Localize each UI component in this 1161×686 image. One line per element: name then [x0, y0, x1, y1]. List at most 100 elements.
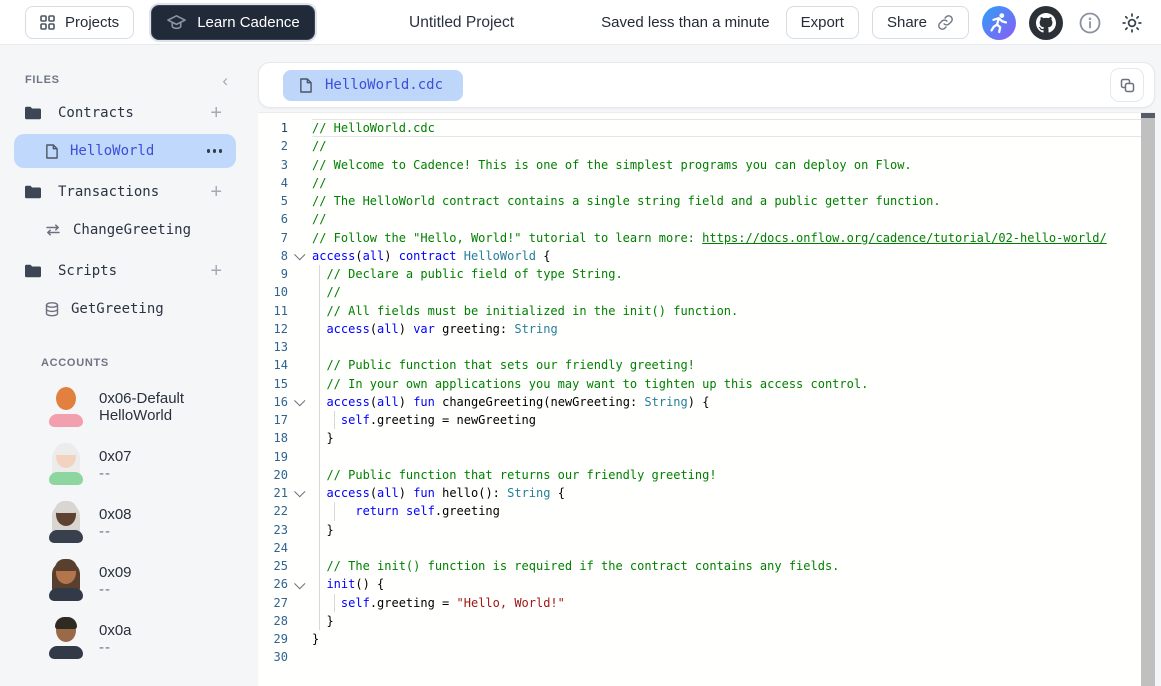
line-text[interactable]: return self.greeting [312, 502, 1155, 521]
line-number[interactable]: 15 [258, 375, 288, 393]
line-number[interactable]: 3 [258, 156, 288, 174]
line-number[interactable]: 8 [258, 247, 288, 265]
line-number[interactable]: 19 [258, 448, 288, 466]
flow-runner-button[interactable] [982, 5, 1016, 40]
share-button[interactable]: Share [871, 6, 969, 39]
tree-section-scripts: Scripts + GetGreeting [0, 253, 250, 326]
line-number[interactable]: 25 [258, 557, 288, 575]
collapse-sidebar-icon[interactable]: ‹ [222, 72, 228, 89]
folder-row-contracts[interactable]: Contracts + [0, 95, 250, 131]
line-number[interactable]: 5 [258, 192, 288, 210]
line-text[interactable]: // All fields must be initialized in the… [312, 301, 1155, 320]
line-number[interactable]: 10 [258, 283, 288, 301]
indent-guide [319, 265, 320, 284]
line-text[interactable]: self.greeting = newGreeting [312, 411, 1155, 430]
line-text[interactable]: // Welcome to Cadence! This is one of th… [312, 156, 1155, 174]
line-number[interactable]: 11 [258, 302, 288, 320]
line-text[interactable] [312, 338, 1155, 357]
line-number[interactable]: 7 [258, 229, 288, 247]
line-text[interactable]: access(all) fun hello(): String { [312, 484, 1155, 503]
export-button[interactable]: Export [785, 6, 859, 39]
learn-cadence-button[interactable]: Learn Cadence [151, 4, 315, 40]
line-text[interactable]: // Declare a public field of type String… [312, 265, 1155, 284]
line-text[interactable]: self.greeting = "Hello, World!" [312, 593, 1155, 612]
line-number[interactable]: 24 [258, 539, 288, 557]
theme-toggle-button[interactable] [1117, 8, 1147, 38]
line-number[interactable]: 22 [258, 502, 288, 520]
line-text[interactable]: // [312, 174, 1155, 192]
line-text[interactable]: // [312, 137, 1155, 155]
fold-toggle[interactable] [288, 484, 312, 502]
line-number[interactable]: 26 [258, 575, 288, 593]
fold-toggle[interactable] [288, 247, 312, 265]
line-text[interactable]: // In your own applications you may want… [312, 374, 1155, 393]
folder-row-transactions[interactable]: Transactions + [0, 174, 250, 210]
account-row-0x08[interactable]: 0x08 -- [0, 501, 250, 543]
line-text[interactable]: // [312, 283, 1155, 302]
line-text[interactable]: } [312, 520, 1155, 539]
line-text[interactable]: // The HelloWorld contract contains a si… [312, 192, 1155, 210]
fold-toggle[interactable] [288, 393, 312, 411]
add-file-button[interactable]: + [210, 103, 222, 123]
account-row-0x07[interactable]: 0x07 -- [0, 443, 250, 485]
line-number[interactable]: 18 [258, 429, 288, 447]
add-file-button[interactable]: + [210, 261, 222, 281]
line-number[interactable]: 20 [258, 466, 288, 484]
code-link[interactable]: https://docs.onflow.org/cadence/tutorial… [702, 231, 1107, 245]
line-number[interactable]: 23 [258, 521, 288, 539]
line-number[interactable]: 12 [258, 320, 288, 338]
editor-scrollbar[interactable] [1141, 113, 1155, 686]
line-text[interactable] [312, 648, 1155, 666]
line-text[interactable] [312, 538, 1155, 557]
info-button[interactable] [1076, 9, 1104, 37]
tab-helloworld-cdc[interactable]: HelloWorld.cdc [283, 69, 464, 101]
line-number[interactable]: 14 [258, 356, 288, 374]
file-item-changegreeting[interactable]: ChangeGreeting [14, 213, 236, 247]
add-file-button[interactable]: + [210, 182, 222, 202]
file-item-getgreeting[interactable]: GetGreeting [14, 292, 236, 326]
line-number[interactable]: 9 [258, 265, 288, 283]
line-text[interactable]: // HelloWorld.cdc [312, 119, 1155, 137]
line-text[interactable]: init() { [312, 575, 1155, 594]
line-number[interactable]: 13 [258, 338, 288, 356]
line-number[interactable]: 4 [258, 174, 288, 192]
line-text[interactable]: access(all) fun changeGreeting(newGreeti… [312, 392, 1155, 411]
line-text[interactable]: } [312, 429, 1155, 448]
line-number[interactable]: 16 [258, 393, 288, 411]
line-text[interactable]: // Public function that returns our frie… [312, 465, 1155, 484]
line-text[interactable]: // [312, 210, 1155, 228]
line-text[interactable]: // Public function that sets our friendl… [312, 356, 1155, 375]
code-editor[interactable]: 1 // HelloWorld.cdc 2 // 3 // Welcome to Cade… [258, 112, 1155, 686]
line-number[interactable]: 1 [258, 119, 288, 137]
github-button[interactable] [1029, 5, 1063, 40]
copy-code-button[interactable] [1110, 68, 1144, 102]
line-number[interactable]: 21 [258, 484, 288, 502]
line-number[interactable]: 29 [258, 630, 288, 648]
file-item-helloworld[interactable]: HelloWorld [14, 134, 236, 168]
code-token: // The HelloWorld contract contains a si… [312, 194, 941, 208]
account-row-0x06-default[interactable]: 0x06-Default HelloWorld [0, 386, 250, 427]
code-token: .greeting [434, 504, 500, 519]
item-menu-dots[interactable] [206, 149, 222, 153]
fold-toggle[interactable] [288, 575, 312, 593]
line-number[interactable]: 2 [258, 137, 288, 155]
line-text[interactable]: // The init() function is required if th… [312, 557, 1155, 576]
line-text[interactable]: access(all) contract HelloWorld { [312, 247, 1155, 265]
line-text[interactable]: access(all) var greeting: String [312, 319, 1155, 338]
line-number[interactable]: 30 [258, 648, 288, 666]
line-text[interactable]: } [312, 630, 1155, 648]
folder-row-scripts[interactable]: Scripts + [0, 253, 250, 289]
line-number[interactable]: 28 [258, 612, 288, 630]
line-text[interactable]: } [312, 611, 1155, 630]
account-row-0x0a[interactable]: 0x0a -- [0, 617, 250, 659]
line-text[interactable]: // Follow the "Hello, World!" tutorial t… [312, 229, 1155, 247]
line-number[interactable]: 6 [258, 210, 288, 228]
line-text[interactable] [312, 447, 1155, 466]
projects-button[interactable]: Projects [25, 5, 135, 39]
line-number[interactable]: 17 [258, 411, 288, 429]
export-label: Export [800, 14, 844, 31]
account-row-0x09[interactable]: 0x09 -- [0, 559, 250, 601]
line-number[interactable]: 27 [258, 594, 288, 612]
